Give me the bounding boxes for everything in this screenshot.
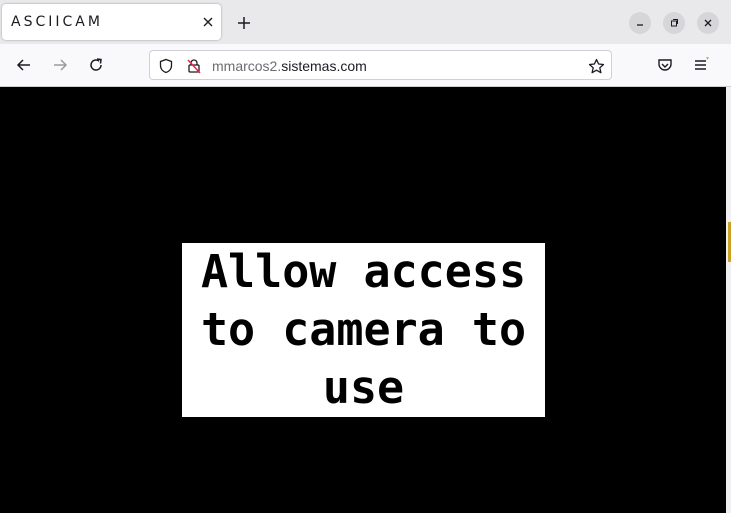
message-line-1: Allow access [200, 245, 527, 298]
window-edge [726, 87, 731, 513]
message-line-3: use [322, 361, 405, 414]
menu-icon[interactable] [690, 53, 714, 77]
url-subdomain: mmarcos2. [212, 58, 282, 74]
back-arrow-icon[interactable] [12, 53, 36, 77]
restore-icon[interactable] [663, 12, 685, 34]
camera-permission-message: Allow access to camera to use [182, 243, 545, 417]
message-text: Allow access to camera to use [182, 243, 545, 417]
insecure-lock-icon[interactable] [185, 57, 203, 75]
star-icon[interactable] [587, 57, 605, 75]
navigation-toolbar: mmarcos2.sistemas.com [0, 44, 731, 87]
address-bar[interactable]: mmarcos2.sistemas.com [149, 50, 612, 80]
forward-arrow-icon[interactable] [48, 53, 72, 77]
tab-asciicam[interactable]: ASCIICAM [2, 4, 221, 40]
new-tab-plus-icon[interactable] [233, 12, 255, 34]
page-content: Allow access to camera to use [0, 87, 726, 513]
tab-close-icon[interactable] [198, 12, 218, 32]
tab-strip: ASCIICAM [0, 0, 731, 44]
shield-icon[interactable] [157, 57, 175, 75]
tab-title: ASCIICAM [11, 14, 103, 30]
url-text[interactable]: mmarcos2.sistemas.com [212, 58, 367, 74]
minimize-icon[interactable] [629, 12, 651, 34]
pocket-icon[interactable] [653, 53, 677, 77]
reload-icon[interactable] [84, 53, 108, 77]
window-close-icon[interactable] [697, 12, 719, 34]
message-line-2: to camera to [200, 303, 527, 356]
url-domain: sistemas.com [281, 58, 367, 74]
